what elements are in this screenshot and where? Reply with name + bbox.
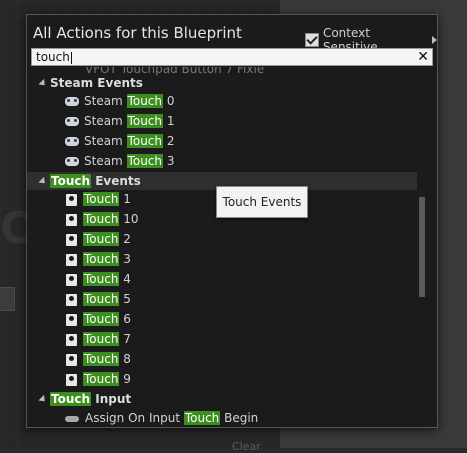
steam-event-item[interactable]: Steam Touch 0 bbox=[27, 92, 417, 110]
expand-arrow-icon[interactable] bbox=[38, 394, 48, 404]
clear-search-icon[interactable]: ✕ bbox=[417, 49, 429, 65]
touch-event-icon bbox=[66, 373, 77, 386]
item-label-suffix: Begin bbox=[220, 411, 259, 425]
item-label-suffix: 1 bbox=[119, 192, 131, 206]
action-menu: All Actions for this Blueprint Context S… bbox=[26, 14, 438, 428]
search-highlight: Touch bbox=[83, 292, 120, 306]
item-label-suffix: 9 bbox=[119, 372, 131, 386]
item-label-suffix: 0 bbox=[163, 94, 175, 108]
item-label-suffix: 3 bbox=[119, 252, 131, 266]
item-label-prefix: Steam bbox=[84, 154, 127, 168]
search-highlight: Touch bbox=[183, 411, 221, 425]
tooltip: Touch Events bbox=[216, 186, 308, 218]
category-label: Input bbox=[91, 392, 132, 406]
category-steam-events[interactable]: Steam Events bbox=[27, 74, 417, 92]
action-menu-title: All Actions for this Blueprint bbox=[33, 24, 242, 42]
gamepad-icon bbox=[65, 157, 79, 166]
item-label-prefix: Steam bbox=[84, 94, 127, 108]
search-highlight: Touch bbox=[126, 114, 164, 128]
touch-event-icon bbox=[66, 293, 77, 306]
touch-event-item[interactable]: Touch 7 bbox=[27, 330, 417, 348]
item-label-prefix: Assign On Input bbox=[85, 411, 184, 425]
item-label-suffix: 4 bbox=[119, 272, 131, 286]
touch-event-item[interactable]: Touch 8 bbox=[27, 350, 417, 368]
search-highlight: Touch bbox=[50, 392, 92, 406]
touch-event-icon bbox=[66, 213, 77, 226]
touch-event-item[interactable]: Touch 2 bbox=[27, 230, 417, 248]
text-caret bbox=[70, 51, 72, 64]
steam-event-item[interactable]: Steam Touch 1 bbox=[27, 112, 417, 130]
item-label-suffix: 2 bbox=[119, 232, 131, 246]
touch-event-item[interactable]: Touch 4 bbox=[27, 270, 417, 288]
touch-event-icon bbox=[66, 193, 77, 206]
search-input[interactable]: touch ✕ bbox=[31, 48, 433, 66]
item-label-suffix: 8 bbox=[119, 352, 131, 366]
category-touch-input[interactable]: Touch Input bbox=[27, 390, 417, 408]
search-highlight: Touch bbox=[83, 232, 120, 246]
touch-event-icon bbox=[66, 313, 77, 326]
search-value: touch bbox=[36, 50, 72, 64]
search-highlight: Touch bbox=[126, 94, 164, 108]
action-menu-header: All Actions for this Blueprint Context S… bbox=[27, 15, 437, 54]
item-label-suffix: 10 bbox=[119, 212, 139, 226]
item-label-suffix: 2 bbox=[163, 134, 175, 148]
side-tab[interactable] bbox=[0, 287, 15, 311]
item-label-suffix: 7 bbox=[119, 332, 131, 346]
touch-input-item[interactable]: Assign On Input Touch Begin bbox=[27, 409, 417, 427]
touch-event-icon bbox=[66, 353, 77, 366]
touch-event-item[interactable]: Touch 6 bbox=[27, 310, 417, 328]
touch-event-item[interactable]: Touch 3 bbox=[27, 250, 417, 268]
search-highlight: Touch bbox=[83, 372, 120, 386]
touch-event-item[interactable]: Touch 9 bbox=[27, 370, 417, 388]
item-label-prefix: Steam bbox=[84, 134, 127, 148]
search-highlight: Touch bbox=[126, 134, 164, 148]
item-label-suffix: 5 bbox=[119, 292, 131, 306]
search-highlight: Touch bbox=[83, 252, 120, 266]
chevron-right-icon[interactable] bbox=[432, 36, 437, 44]
search-highlight: Touch bbox=[83, 352, 120, 366]
search-highlight: Touch bbox=[126, 154, 164, 168]
expand-arrow-icon[interactable] bbox=[38, 78, 48, 88]
gamepad-icon bbox=[65, 117, 79, 126]
search-highlight: Touch bbox=[83, 332, 120, 346]
item-label-suffix: 3 bbox=[163, 154, 175, 168]
search-highlight: Touch bbox=[83, 272, 120, 286]
search-highlight: Touch bbox=[83, 192, 120, 206]
search-highlight: Touch bbox=[83, 212, 120, 226]
item-label-prefix: Steam bbox=[84, 114, 127, 128]
touch-event-icon bbox=[66, 333, 77, 346]
item-label-suffix: 1 bbox=[163, 114, 175, 128]
search-highlight: Touch bbox=[83, 312, 120, 326]
category-label: Steam Events bbox=[50, 76, 143, 90]
touch-event-item[interactable]: Touch 5 bbox=[27, 290, 417, 308]
touch-event-icon bbox=[66, 253, 77, 266]
search-highlight: Touch bbox=[50, 174, 92, 188]
action-list[interactable]: VFOT Touchpad Button 7 Fixle Steam Event… bbox=[27, 67, 429, 427]
context-sensitive-checkbox[interactable] bbox=[305, 33, 319, 47]
scrollbar[interactable] bbox=[419, 197, 425, 297]
gamepad-icon bbox=[65, 137, 79, 146]
expand-arrow-icon[interactable] bbox=[38, 176, 48, 186]
function-icon bbox=[65, 415, 79, 422]
category-label: Events bbox=[91, 174, 141, 188]
steam-event-item[interactable]: Steam Touch 3 bbox=[27, 152, 417, 170]
touch-event-icon bbox=[66, 233, 77, 246]
steam-event-item[interactable]: Steam Touch 2 bbox=[27, 132, 417, 150]
clear-button[interactable]: Clear bbox=[232, 440, 261, 453]
item-label-suffix: 6 bbox=[119, 312, 131, 326]
gamepad-icon bbox=[65, 97, 79, 106]
touch-event-icon bbox=[66, 273, 77, 286]
